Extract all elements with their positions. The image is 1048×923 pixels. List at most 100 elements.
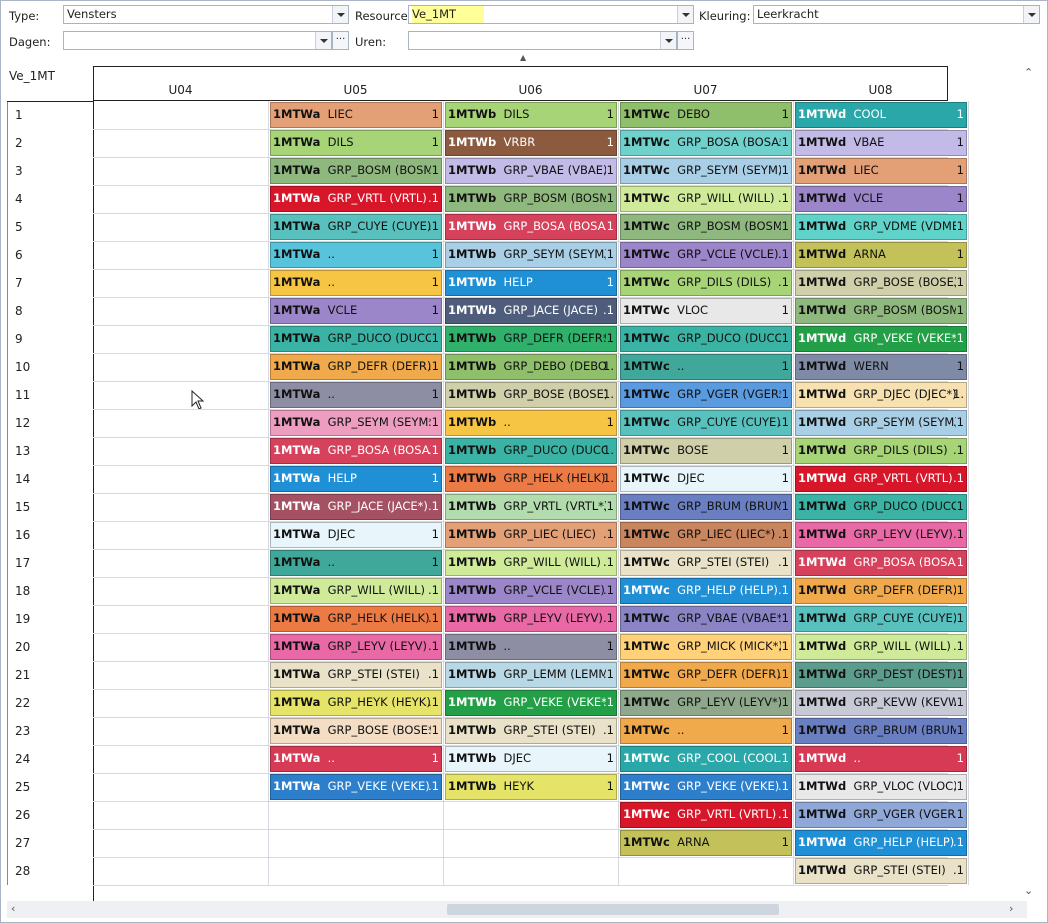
lesson-cell[interactable]: 1MTWd VBAE 1: [795, 130, 967, 156]
lesson-cell[interactable]: 1MTWd GRP_VDME (VDME) .1: [795, 214, 967, 240]
lesson-cell[interactable]: 1MTWa GRP_LEYV (LEYV) .1: [270, 634, 442, 660]
lesson-cell[interactable]: 1MTWa GRP_BOSM (BOSM) .1: [270, 158, 442, 184]
column-header-u07[interactable]: U07: [618, 83, 793, 97]
lesson-cell[interactable]: 1MTWb .. 1: [445, 410, 617, 436]
lesson-cell[interactable]: 1MTWc GRP_COOL (COOL) .1: [620, 746, 792, 772]
lesson-cell[interactable]: 1MTWd GRP_VLOC (VLOC) .1: [795, 774, 967, 800]
lesson-cell[interactable]: 1MTWb GRP_LEYV (LEYV) .1: [445, 606, 617, 632]
uren-more-button[interactable]: ···: [677, 31, 694, 50]
lesson-cell[interactable]: 1MTWa .. 1: [270, 270, 442, 296]
collapse-up-icon[interactable]: ▲: [520, 53, 526, 62]
lesson-cell[interactable]: 1MTWb GRP_VBAE (VBAE) .1: [445, 158, 617, 184]
lesson-cell[interactable]: 1MTWb DILS 1: [445, 102, 617, 128]
lesson-cell[interactable]: 1MTWc GRP_LEYV (LEYV*) .1: [620, 690, 792, 716]
column-header-u06[interactable]: U06: [443, 83, 618, 97]
lesson-cell[interactable]: 1MTWb GRP_WILL (WILL) .1: [445, 550, 617, 576]
type-dropdown[interactable]: Vensters: [63, 5, 349, 24]
lesson-cell[interactable]: 1MTWb GRP_BOSA (BOSA) .1: [445, 214, 617, 240]
lesson-cell[interactable]: 1MTWa LIEC 1: [270, 102, 442, 128]
lesson-cell[interactable]: 1MTWd GRP_DJEC (DJEC*) 1.: [795, 382, 967, 408]
lesson-cell[interactable]: 1MTWa HELP 1: [270, 466, 442, 492]
lesson-cell[interactable]: 1MTWc GRP_MICK (MICK*) .1: [620, 634, 792, 660]
lesson-cell[interactable]: 1MTWd GRP_BRUM (BRUM) .1: [795, 718, 967, 744]
lesson-cell[interactable]: 1MTWb HELP 1: [445, 270, 617, 296]
lesson-cell[interactable]: 1MTWc VLOC 1: [620, 298, 792, 324]
lesson-cell[interactable]: 1MTWd GRP_VRTL (VRTL) .1: [795, 466, 967, 492]
lesson-cell[interactable]: 1MTWc .. 1: [620, 354, 792, 380]
lesson-cell[interactable]: 1MTWc GRP_DEFR (DEFR) .1: [620, 662, 792, 688]
lesson-cell[interactable]: 1MTWc GRP_DILS (DILS) .1: [620, 270, 792, 296]
scroll-down-icon[interactable]: ⌄: [1024, 884, 1033, 897]
lesson-cell[interactable]: 1MTWc GRP_VGER (VGER*) .1: [620, 382, 792, 408]
uren-dropdown-arrow-icon[interactable]: [660, 32, 676, 49]
lesson-cell[interactable]: 1MTWa DILS 1: [270, 130, 442, 156]
lesson-cell[interactable]: 1MTWb GRP_VCLE (VCLE) .1: [445, 578, 617, 604]
lesson-cell[interactable]: 1MTWa GRP_HEYK (HEYK) .1: [270, 690, 442, 716]
lesson-cell[interactable]: 1MTWa GRP_DEFR (DEFR) .1: [270, 354, 442, 380]
lesson-cell[interactable]: 1MTWd GRP_VEKE (VEKE*) .1: [795, 326, 967, 352]
lesson-cell[interactable]: 1MTWb GRP_LIEC (LIEC) .1: [445, 522, 617, 548]
lesson-cell[interactable]: 1MTWd GRP_CUYE (CUYE) .1: [795, 606, 967, 632]
lesson-cell[interactable]: 1MTWd .. 1: [795, 746, 967, 772]
lesson-cell[interactable]: 1MTWc GRP_CUYE (CUYE) .1: [620, 410, 792, 436]
lesson-cell[interactable]: 1MTWc BOSE 1: [620, 438, 792, 464]
lesson-cell[interactable]: 1MTWa GRP_VEKE (VEKE) .1: [270, 774, 442, 800]
lesson-cell[interactable]: 1MTWa .. 1: [270, 550, 442, 576]
lesson-cell[interactable]: 1MTWb GRP_DEFR (DEFR*) .1: [445, 326, 617, 352]
lesson-cell[interactable]: 1MTWc GRP_BOSM (BOSM) .1: [620, 214, 792, 240]
lesson-cell[interactable]: 1MTWb GRP_HELK (HELK) 1.: [445, 466, 617, 492]
lesson-cell[interactable]: 1MTWd GRP_SEYM (SEYM) .1: [795, 410, 967, 436]
lesson-cell[interactable]: 1MTWb DJEC 1: [445, 746, 617, 772]
column-header-u04[interactable]: U04: [93, 83, 268, 97]
lesson-cell[interactable]: 1MTWd GRP_DUCO (DUCO) .1: [795, 494, 967, 520]
lesson-cell[interactable]: 1MTWc ARNA 1: [620, 830, 792, 856]
vertical-scrollbar[interactable]: ⌃ ⌄: [1020, 64, 1038, 902]
lesson-cell[interactable]: 1MTWb GRP_VEKE (VEKE*) .1: [445, 690, 617, 716]
type-dropdown-arrow-icon[interactable]: [332, 6, 348, 23]
lesson-cell[interactable]: 1MTWc GRP_VCLE (VCLE) .1: [620, 242, 792, 268]
lesson-cell[interactable]: 1MTWd LIEC 1: [795, 158, 967, 184]
lesson-cell[interactable]: 1MTWa GRP_BOSE (BOSE*) .1: [270, 718, 442, 744]
lesson-cell[interactable]: 1MTWa .. 1: [270, 242, 442, 268]
lesson-cell[interactable]: 1MTWa .. 1: [270, 746, 442, 772]
lesson-cell[interactable]: 1MTWd GRP_BOSA (BOSA) .1: [795, 550, 967, 576]
lesson-cell[interactable]: 1MTWc GRP_STEI (STEI) .1: [620, 550, 792, 576]
horizontal-scroll-thumb[interactable]: [447, 904, 779, 915]
lesson-cell[interactable]: 1MTWc DJEC 1: [620, 466, 792, 492]
lesson-cell[interactable]: 1MTWb GRP_DEBO (DEBO) 1.: [445, 354, 617, 380]
lesson-cell[interactable]: 1MTWc GRP_WILL (WILL) .1: [620, 186, 792, 212]
lesson-cell[interactable]: 1MTWb GRP_BOSM (BOSM) .1: [445, 186, 617, 212]
lesson-cell[interactable]: 1MTWa GRP_CUYE (CUYE) .1: [270, 214, 442, 240]
lesson-cell[interactable]: 1MTWd GRP_BOSE (BOSE) .1: [795, 270, 967, 296]
lesson-cell[interactable]: 1MTWa GRP_JACE (JACE*) .1: [270, 494, 442, 520]
uren-dropdown[interactable]: [408, 31, 677, 50]
lesson-cell[interactable]: 1MTWb GRP_DUCO (DUCO) 1.: [445, 438, 617, 464]
lesson-cell[interactable]: 1MTWc GRP_VBAE (VBAE*) .1: [620, 606, 792, 632]
dagen-dropdown-arrow-icon[interactable]: [315, 32, 331, 49]
lesson-cell[interactable]: 1MTWd GRP_DEST (DEST) .1: [795, 662, 967, 688]
lesson-cell[interactable]: 1MTWc GRP_DUCO (DUCO) .1: [620, 326, 792, 352]
kleuring-dropdown-arrow-icon[interactable]: [1023, 6, 1039, 23]
column-header-u08[interactable]: U08: [793, 83, 968, 97]
scroll-up-icon[interactable]: ⌃: [1024, 66, 1033, 79]
scroll-left-icon[interactable]: ‹: [11, 902, 15, 915]
lesson-cell[interactable]: 1MTWc DEBO 1: [620, 102, 792, 128]
lesson-cell[interactable]: 1MTWc GRP_BOSA (BOSA*) .1: [620, 130, 792, 156]
dagen-more-button[interactable]: ···: [332, 31, 349, 50]
dagen-dropdown[interactable]: [63, 31, 332, 50]
column-header-u05[interactable]: U05: [268, 83, 443, 97]
lesson-cell[interactable]: 1MTWd GRP_STEI (STEI) .1: [795, 858, 967, 884]
lesson-cell[interactable]: 1MTWd GRP_LEYV (LEYV) .1: [795, 522, 967, 548]
lesson-cell[interactable]: 1MTWd ARNA 1: [795, 242, 967, 268]
lesson-cell[interactable]: 1MTWa GRP_VRTL (VRTL) .1: [270, 186, 442, 212]
lesson-cell[interactable]: 1MTWa VCLE 1: [270, 298, 442, 324]
lesson-cell[interactable]: 1MTWc GRP_VEKE (VEKE) .1: [620, 774, 792, 800]
lesson-cell[interactable]: 1MTWa GRP_HELK (HELK) .1: [270, 606, 442, 632]
lesson-cell[interactable]: 1MTWd COOL 1: [795, 102, 967, 128]
lesson-cell[interactable]: 1MTWd GRP_HELP (HELP) .1: [795, 830, 967, 856]
lesson-cell[interactable]: 1MTWc GRP_LIEC (LIEC*) .1: [620, 522, 792, 548]
lesson-cell[interactable]: 1MTWc GRP_VRTL (VRTL) .1: [620, 802, 792, 828]
lesson-cell[interactable]: 1MTWb GRP_VRTL (VRTL*) .1: [445, 494, 617, 520]
lesson-cell[interactable]: 1MTWc .. 1: [620, 718, 792, 744]
lesson-cell[interactable]: 1MTWb GRP_LEMM (LEMM) .1: [445, 662, 617, 688]
